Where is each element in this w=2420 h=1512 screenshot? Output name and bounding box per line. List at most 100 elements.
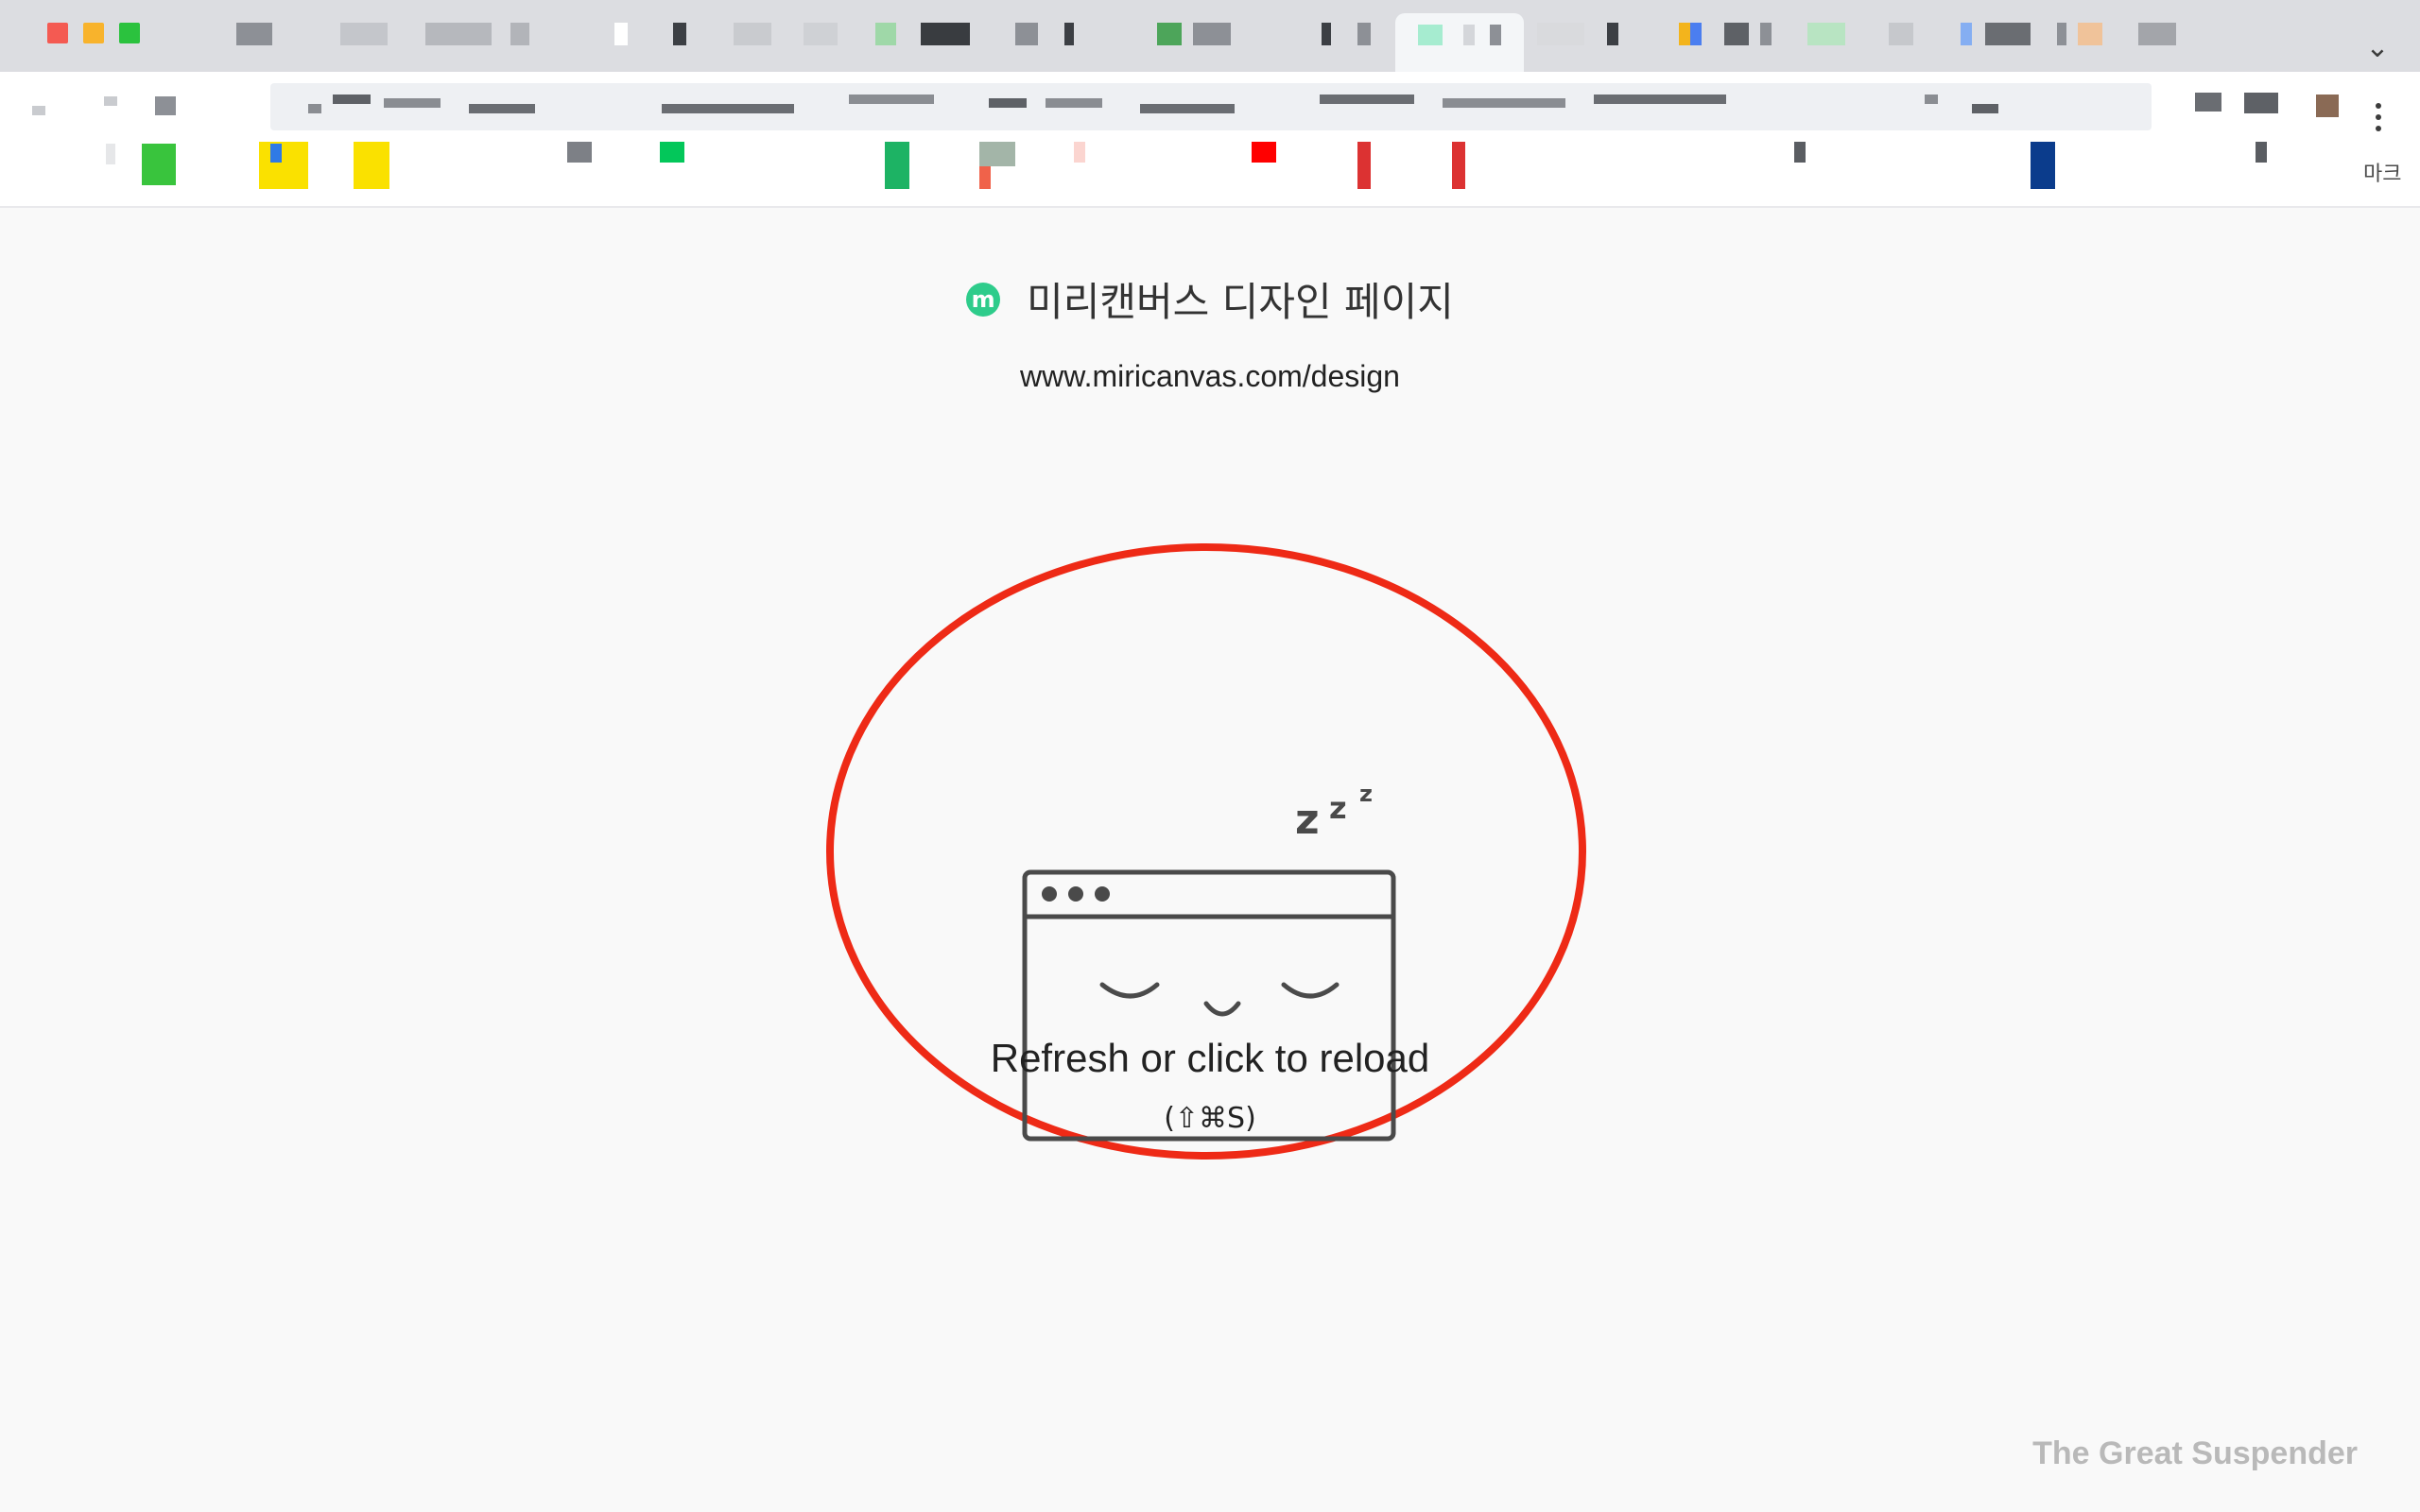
tab-active[interactable] bbox=[1395, 13, 1524, 72]
zzz-letter-small: z bbox=[1359, 781, 1373, 807]
bookmark-item[interactable] bbox=[142, 144, 176, 185]
site-favicon: m bbox=[966, 282, 1001, 317]
tab-active-close-icon[interactable] bbox=[1490, 25, 1501, 45]
profile-avatar[interactable] bbox=[2316, 94, 2339, 117]
bookmark-item[interactable] bbox=[106, 144, 115, 164]
forward-button[interactable] bbox=[104, 96, 117, 106]
tab-list-chevron-down-icon[interactable]: ⌄ bbox=[2363, 34, 2392, 62]
tab-pixelated[interactable] bbox=[510, 23, 529, 45]
tab-active-title bbox=[1463, 25, 1475, 45]
tab-pixelated[interactable] bbox=[1679, 23, 1690, 45]
bookmark-item[interactable] bbox=[270, 144, 282, 163]
extension-icon[interactable] bbox=[2195, 93, 2221, 112]
address-text-pixelated bbox=[1046, 98, 1102, 108]
bookmark-item[interactable] bbox=[1452, 142, 1465, 189]
tab-strip: ⌄ bbox=[0, 0, 2420, 72]
back-button[interactable] bbox=[32, 106, 45, 115]
tab-pixelated[interactable] bbox=[340, 23, 388, 45]
address-text-pixelated bbox=[1140, 104, 1235, 113]
extension-icon[interactable] bbox=[1972, 104, 1998, 113]
window-dot-icon bbox=[1095, 886, 1110, 902]
address-text-pixelated bbox=[1320, 94, 1414, 104]
tab-pixelated[interactable] bbox=[1690, 23, 1702, 45]
tab-pixelated[interactable] bbox=[1985, 23, 2031, 45]
tab-pixelated[interactable] bbox=[1760, 23, 1772, 45]
tab-pixelated[interactable] bbox=[1889, 23, 1913, 45]
tab-pixelated[interactable] bbox=[1157, 23, 1182, 45]
address-text-pixelated bbox=[662, 104, 794, 113]
tab-pixelated[interactable] bbox=[425, 23, 492, 45]
tab-pixelated[interactable] bbox=[804, 23, 838, 45]
address-text-pixelated bbox=[989, 98, 1027, 108]
tab-pixelated[interactable] bbox=[1607, 23, 1618, 45]
bookmark-item[interactable] bbox=[354, 142, 389, 189]
address-text-pixelated bbox=[469, 104, 535, 113]
window-close-button[interactable] bbox=[47, 23, 68, 43]
tab-pixelated[interactable] bbox=[1537, 23, 1584, 45]
tab-active-favicon bbox=[1418, 25, 1443, 45]
tab-pixelated[interactable] bbox=[1807, 23, 1845, 45]
tab-pixelated[interactable] bbox=[614, 23, 628, 45]
reload-prompt[interactable]: Refresh or click to reload bbox=[0, 1036, 2420, 1081]
reload-shortcut-hint: (⇧⌘S) bbox=[1164, 1102, 1256, 1135]
bookmark-item[interactable] bbox=[1794, 142, 1806, 163]
bookmark-item[interactable] bbox=[2031, 142, 2055, 189]
tab-pixelated[interactable] bbox=[1322, 23, 1331, 45]
bookmark-item[interactable] bbox=[1074, 142, 1085, 163]
page-title: 미리캔버스 디자인 페이지 bbox=[1027, 279, 1454, 325]
bookmark-item[interactable] bbox=[2256, 142, 2267, 163]
address-text-pixelated bbox=[384, 98, 441, 108]
reload-button[interactable] bbox=[155, 96, 176, 115]
menu-dot bbox=[2376, 114, 2381, 120]
browser-window: ⌄ 마크 m 미리캔버스 디자인 페이지 www.miricanvas.com/… bbox=[0, 0, 2420, 1512]
tab-pixelated[interactable] bbox=[1015, 23, 1038, 45]
suspended-page[interactable]: m 미리캔버스 디자인 페이지 www.miricanvas.com/desig… bbox=[0, 208, 2420, 1512]
address-text-pixelated bbox=[849, 94, 934, 104]
tab-pixelated[interactable] bbox=[1193, 23, 1231, 45]
zzz-letter-medium: z bbox=[1329, 790, 1347, 826]
tab-pixelated[interactable] bbox=[2078, 23, 2102, 45]
window-dot-icon bbox=[1042, 886, 1057, 902]
tab-pixelated[interactable] bbox=[1357, 23, 1371, 45]
closed-eye-left bbox=[1099, 982, 1160, 999]
browser-menu-button[interactable] bbox=[2360, 98, 2397, 136]
page-url: www.miricanvas.com/design bbox=[1020, 359, 1400, 393]
bookmarks-bar: 마크 bbox=[0, 138, 2420, 208]
address-text-pixelated bbox=[333, 94, 371, 104]
sleepy-mouth bbox=[1203, 1001, 1241, 1017]
bookmark-item[interactable] bbox=[885, 142, 909, 189]
tab-pixelated[interactable] bbox=[673, 23, 686, 45]
zzz-letter-large: z bbox=[1295, 796, 1320, 844]
bookmark-item[interactable] bbox=[567, 142, 592, 163]
browser-toolbar bbox=[0, 72, 2420, 138]
tab-pixelated[interactable] bbox=[1724, 23, 1749, 45]
extension-brand-label: The Great Suspender bbox=[2032, 1435, 2358, 1471]
address-bar[interactable] bbox=[270, 83, 2152, 130]
closed-eye-right bbox=[1281, 982, 1340, 999]
bookmark-star-icon[interactable] bbox=[1925, 94, 1938, 104]
bookmark-item[interactable] bbox=[660, 142, 684, 163]
window-minimize-button[interactable] bbox=[83, 23, 104, 43]
menu-dot bbox=[2376, 126, 2381, 131]
window-maximize-button[interactable] bbox=[119, 23, 140, 43]
tab-pixelated[interactable] bbox=[734, 23, 771, 45]
menu-dot bbox=[2376, 103, 2381, 109]
bookmarks-overflow-label[interactable]: 마크 bbox=[2363, 157, 2401, 187]
tab-pixelated[interactable] bbox=[2138, 23, 2176, 45]
tab-pixelated[interactable] bbox=[1961, 23, 1972, 45]
address-text-pixelated bbox=[1594, 94, 1726, 104]
sleeping-tab-illustration[interactable]: z z z bbox=[813, 539, 1588, 1191]
tab-pixelated[interactable] bbox=[2057, 23, 2066, 45]
bookmark-item[interactable] bbox=[1357, 142, 1371, 189]
site-info-icon[interactable] bbox=[308, 104, 321, 113]
tab-pixelated[interactable] bbox=[236, 23, 272, 45]
tab-pixelated[interactable] bbox=[875, 23, 896, 45]
tab-pixelated[interactable] bbox=[1064, 23, 1074, 45]
address-text-pixelated bbox=[1443, 98, 1565, 108]
bookmark-item[interactable] bbox=[979, 166, 991, 189]
tab-pixelated[interactable] bbox=[921, 23, 970, 45]
extension-icon[interactable] bbox=[2244, 93, 2278, 113]
bookmark-item[interactable] bbox=[979, 142, 1015, 166]
bookmark-item[interactable] bbox=[259, 142, 308, 189]
bookmark-item[interactable] bbox=[1252, 142, 1276, 163]
